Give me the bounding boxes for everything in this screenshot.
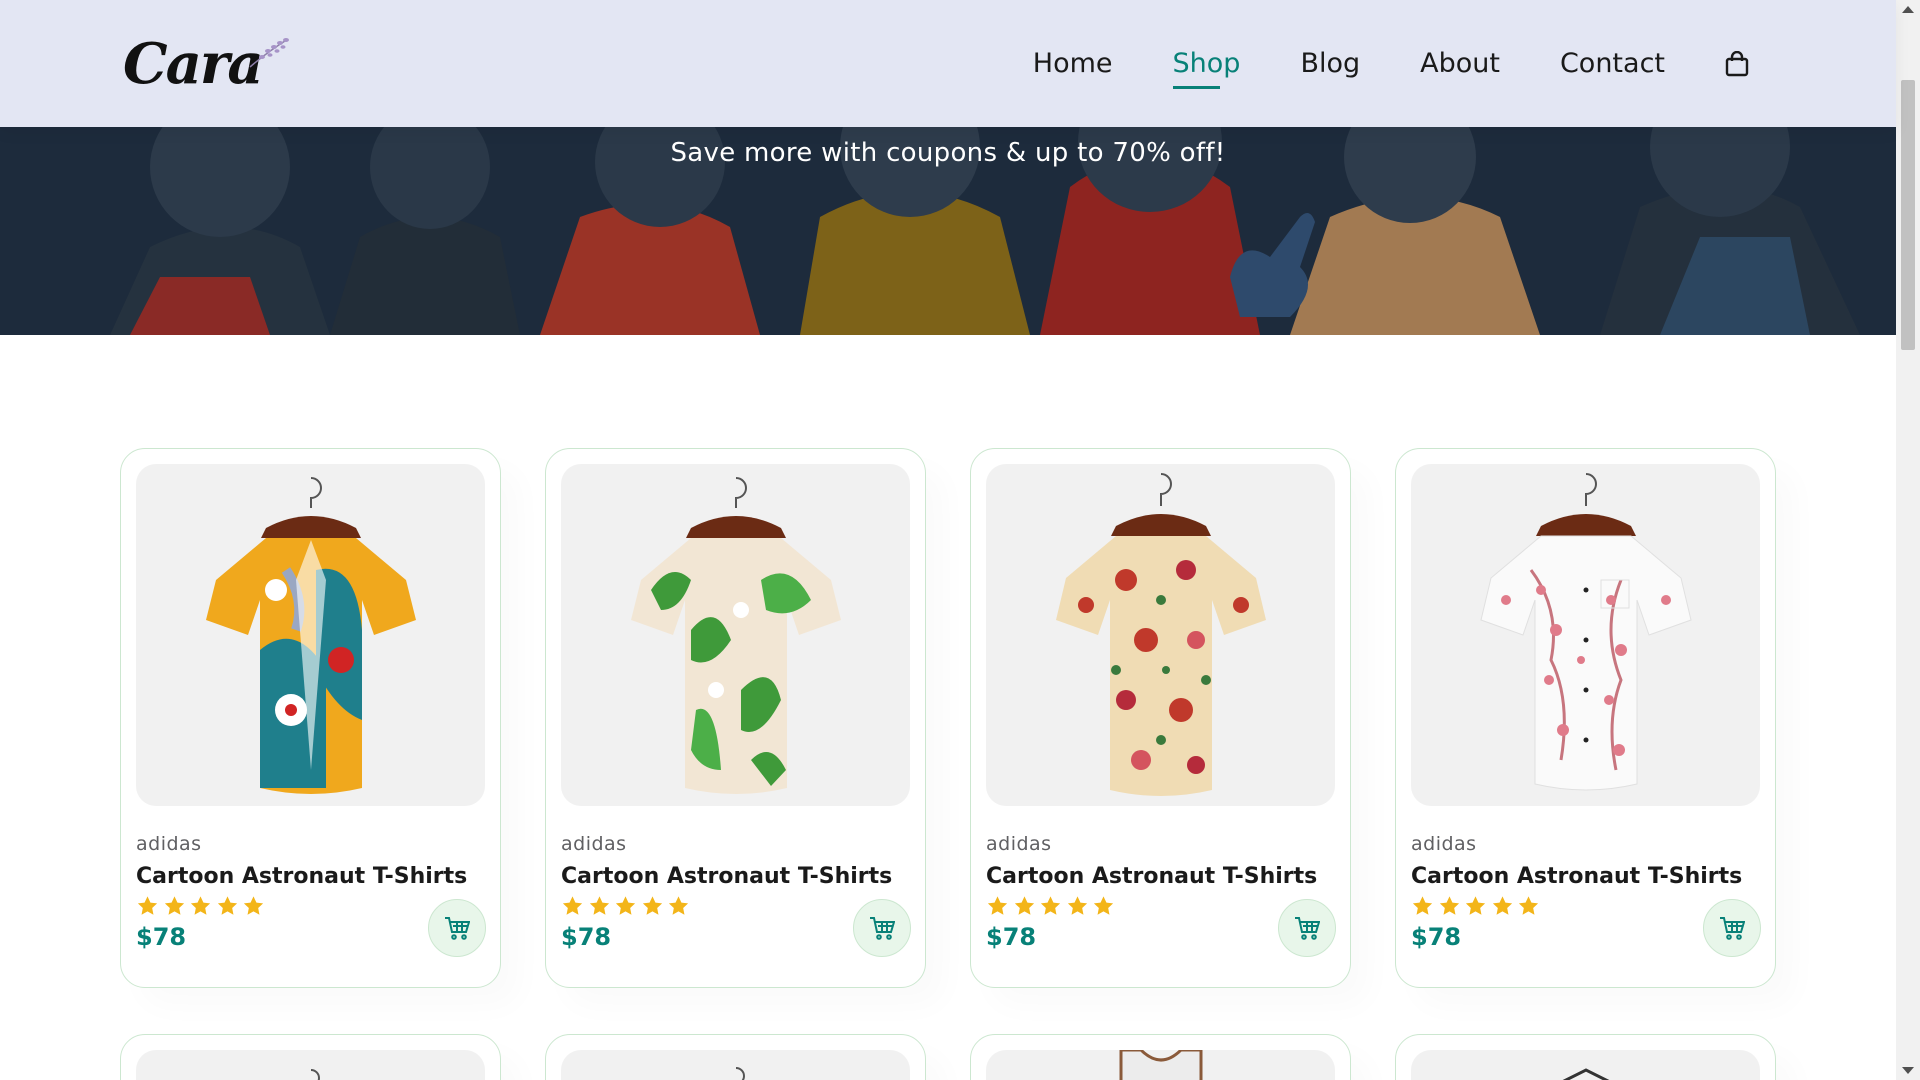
hanger-icon — [310, 1069, 320, 1080]
add-to-cart-button[interactable] — [1703, 899, 1761, 957]
star-icon — [1040, 896, 1061, 915]
shopping-bag-icon[interactable] — [1725, 50, 1749, 77]
hanger-icon — [735, 1067, 745, 1080]
product-image[interactable] — [136, 1050, 485, 1080]
scroll-up-arrow-icon[interactable] — [1902, 6, 1914, 13]
scroll-thumb[interactable] — [1901, 80, 1915, 350]
product-brand: adidas — [561, 833, 627, 855]
star-icon — [190, 896, 211, 915]
product-grid: adidas Cartoon Astronaut T-Shirts $78 ad… — [120, 448, 1776, 1080]
product-card[interactable]: adidas Cartoon Astronaut T-Shirts $78 — [545, 448, 926, 988]
star-icon — [642, 896, 662, 915]
product-image[interactable] — [1411, 1050, 1760, 1080]
product-image[interactable] — [986, 464, 1335, 806]
product-image[interactable] — [561, 464, 910, 806]
star-icon — [164, 896, 184, 915]
add-to-cart-button[interactable] — [1278, 899, 1336, 957]
product-image[interactable] — [1411, 464, 1760, 806]
product-card[interactable]: adidas Cartoon Astronaut T-Shirts $78 — [970, 448, 1351, 988]
product-card[interactable]: adidas Cartoon Astronaut T-Shirts $78 — [1395, 448, 1776, 988]
product-image[interactable] — [561, 1050, 910, 1080]
star-icon — [1093, 896, 1114, 915]
star-icon — [1067, 896, 1087, 915]
product-card[interactable]: adidas Cartoon Astronaut T-Shirts $78 — [120, 448, 501, 988]
star-icon — [1439, 896, 1459, 915]
star-icon — [1465, 896, 1486, 915]
star-icon — [137, 896, 158, 915]
logo[interactable]: Cara — [123, 31, 294, 97]
star-icon — [1014, 896, 1034, 915]
product-name[interactable]: Cartoon Astronaut T-Shirts — [1411, 864, 1760, 889]
star-icon — [615, 896, 636, 915]
nav-home[interactable]: Home — [1033, 48, 1113, 79]
logo-text: Cara — [123, 30, 264, 97]
main-nav: Home Shop Blog About Contact — [973, 48, 1749, 89]
add-to-cart-button[interactable] — [428, 899, 486, 957]
product-card[interactable] — [120, 1034, 501, 1080]
product-name[interactable]: Cartoon Astronaut T-Shirts — [986, 864, 1335, 889]
cart-icon — [445, 917, 470, 940]
product-card[interactable] — [970, 1034, 1351, 1080]
nav-about[interactable]: About — [1420, 48, 1500, 79]
star-icon — [987, 896, 1008, 915]
product-image[interactable] — [986, 1050, 1335, 1080]
lavender-sprig-icon — [249, 37, 289, 68]
hero-banner: Save more with coupons & up to 70% off! — [0, 127, 1896, 335]
hero-text: Save more with coupons & up to 70% off! — [670, 138, 1226, 168]
product-name[interactable]: Cartoon Astronaut T-Shirts — [561, 864, 910, 889]
shirt-image-4 — [1479, 473, 1692, 791]
product-card[interactable] — [545, 1034, 926, 1080]
shirt-image-2 — [630, 477, 841, 794]
star-icon — [562, 896, 583, 915]
shirt-image-3 — [1055, 473, 1266, 796]
star-icon — [217, 896, 237, 915]
cart-icon — [1720, 917, 1745, 940]
product-brand: adidas — [1411, 833, 1477, 855]
star-icon — [1492, 896, 1512, 915]
clothing-image — [1119, 1050, 1202, 1080]
clothing-image — [1562, 1068, 1609, 1080]
star-icon — [1518, 896, 1539, 915]
site-header: Cara Home Shop Blog About Contact — [0, 0, 1896, 127]
nav-blog[interactable]: Blog — [1300, 48, 1360, 79]
product-image[interactable] — [136, 464, 485, 806]
star-icon — [243, 896, 264, 915]
scroll-down-arrow-icon[interactable] — [1902, 1067, 1914, 1074]
add-to-cart-button[interactable] — [853, 899, 911, 957]
cart-icon — [870, 917, 895, 940]
star-icon — [589, 896, 609, 915]
cart-icon — [1295, 917, 1320, 940]
star-icon — [1412, 896, 1433, 915]
star-icon — [668, 896, 689, 915]
product-brand: adidas — [986, 833, 1052, 855]
nav-contact[interactable]: Contact — [1560, 48, 1665, 79]
nav-shop[interactable]: Shop — [1172, 48, 1240, 89]
product-brand: adidas — [136, 833, 202, 855]
product-name[interactable]: Cartoon Astronaut T-Shirts — [136, 864, 485, 889]
scrollbar[interactable] — [1896, 0, 1920, 1080]
shirt-image-1 — [205, 477, 416, 794]
product-card[interactable] — [1395, 1034, 1776, 1080]
